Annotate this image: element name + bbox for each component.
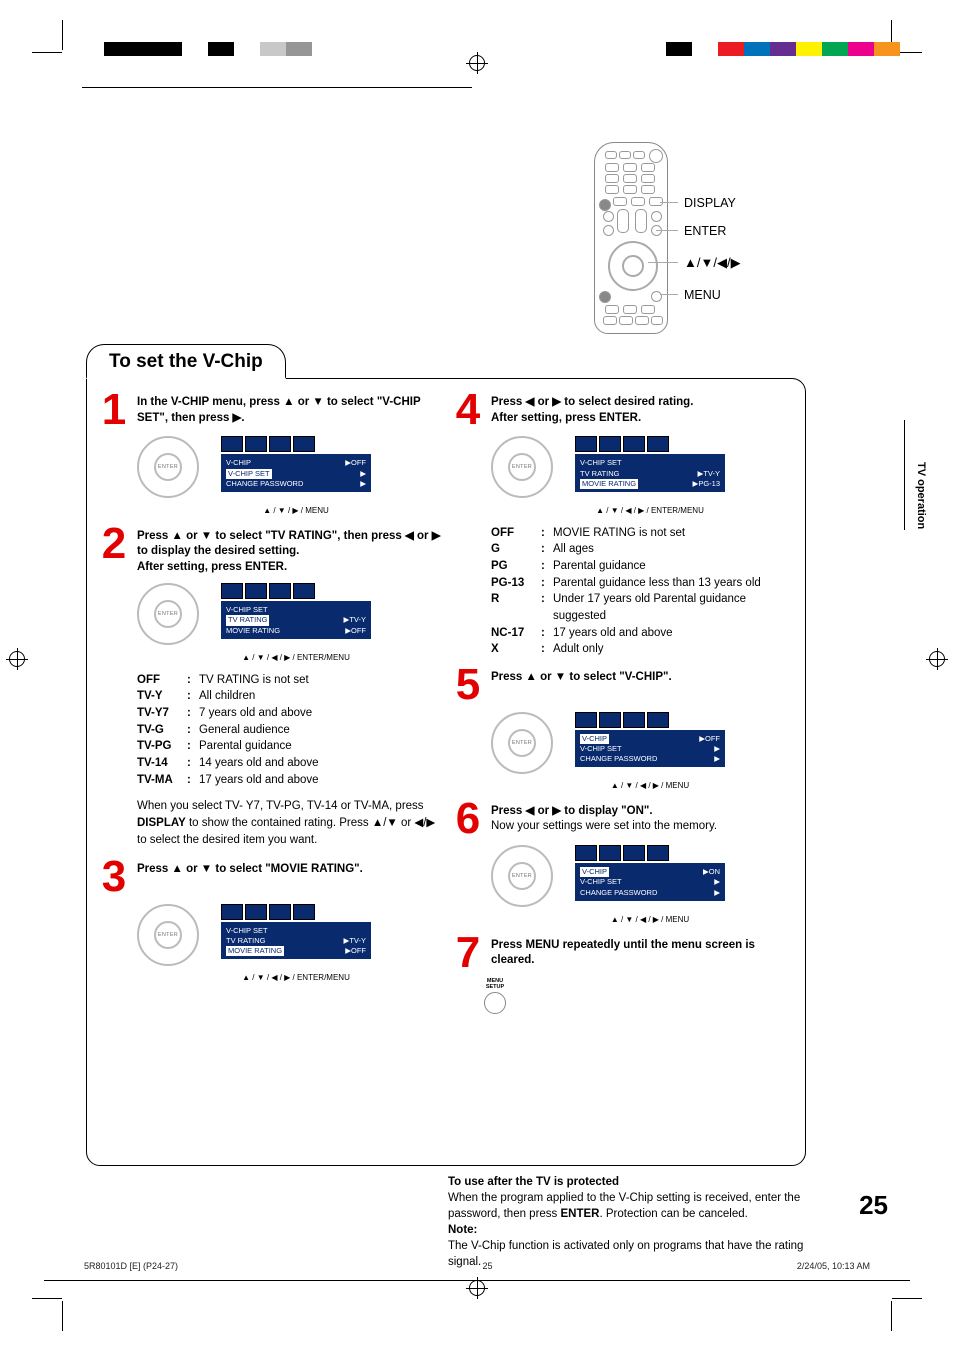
movie-rating-list: OFF:MOVIE RATING is not setG:All agesPG:…	[491, 525, 795, 658]
step-1-text: In the V-CHIP menu, press ▲ or ▼ to sele…	[137, 391, 441, 426]
colorbar-right	[666, 42, 900, 56]
section-title: To set the V-Chip	[86, 344, 286, 379]
osd-5: V-CHIP▶OFF V-CHIP SET▶ CHANGE PASSWORD▶ …	[575, 712, 725, 790]
enter-dpad-icon	[137, 436, 199, 498]
tv-rating-list: OFF:TV RATING is not setTV-Y:All childre…	[137, 672, 441, 849]
osd-3: V-CHIP SET TV RATING▶TV-Y MOVIE RATING▶O…	[221, 904, 371, 982]
step-4-number: 4	[451, 391, 485, 428]
step-2-number: 2	[97, 525, 131, 562]
step-7-text: Press MENU repeatedly until the menu scr…	[491, 934, 795, 969]
step-7-number: 7	[451, 934, 485, 971]
step-3-number: 3	[97, 858, 131, 895]
colorbar-left	[104, 42, 338, 56]
after-protected: To use after the TV is protected When th…	[448, 1174, 806, 1271]
remote-label-arrows: ▲/▼/◀/▶	[684, 255, 741, 271]
footer: 5R80101D [E] (P24-27) 25 2/24/05, 10:13 …	[84, 1261, 870, 1271]
enter-dpad-icon	[491, 712, 553, 774]
tv-rating-note: When you select TV- Y7, TV-PG, TV-14 or …	[137, 798, 441, 848]
side-tab: TV operation	[912, 456, 930, 535]
step-5-text: Press ▲ or ▼ to select "V-CHIP".	[491, 666, 672, 686]
osd-4: V-CHIP SET TV RATING▶TV-Y MOVIE RATING▶P…	[575, 436, 725, 514]
step-4-text: Press ◀ or ▶ to select desired rating.Af…	[491, 391, 693, 426]
step-6-text: Press ◀ or ▶ to display "ON".Now your se…	[491, 800, 717, 835]
page-number: 25	[859, 1190, 888, 1221]
step-1-number: 1	[97, 391, 131, 428]
osd-1: V-CHIP▶OFF V-CHIP SET▶ CHANGE PASSWORD▶ …	[221, 436, 371, 514]
enter-dpad-icon	[491, 436, 553, 498]
osd-2: V-CHIP SET TV RATING▶TV-Y MOVIE RATING▶O…	[221, 583, 371, 661]
enter-dpad-icon	[137, 904, 199, 966]
enter-dpad-icon	[491, 845, 553, 907]
menu-setup-button-icon: MENU SETUP	[483, 979, 507, 1014]
remote-illustration: DISPLAY ENTER ▲/▼/◀/▶ MENU	[594, 142, 814, 342]
step-5-number: 5	[451, 666, 485, 703]
remote-label-enter: ENTER	[684, 224, 726, 238]
enter-dpad-icon	[137, 583, 199, 645]
step-3-text: Press ▲ or ▼ to select "MOVIE RATING".	[137, 858, 363, 878]
step-2-text: Press ▲ or ▼ to select "TV RATING", then…	[137, 525, 441, 576]
remote-label-menu: MENU	[684, 288, 721, 302]
step-6-number: 6	[451, 800, 485, 837]
osd-6: V-CHIP▶ON V-CHIP SET▶ CHANGE PASSWORD▶ ▲…	[575, 845, 725, 923]
remote-label-display: DISPLAY	[684, 196, 736, 210]
